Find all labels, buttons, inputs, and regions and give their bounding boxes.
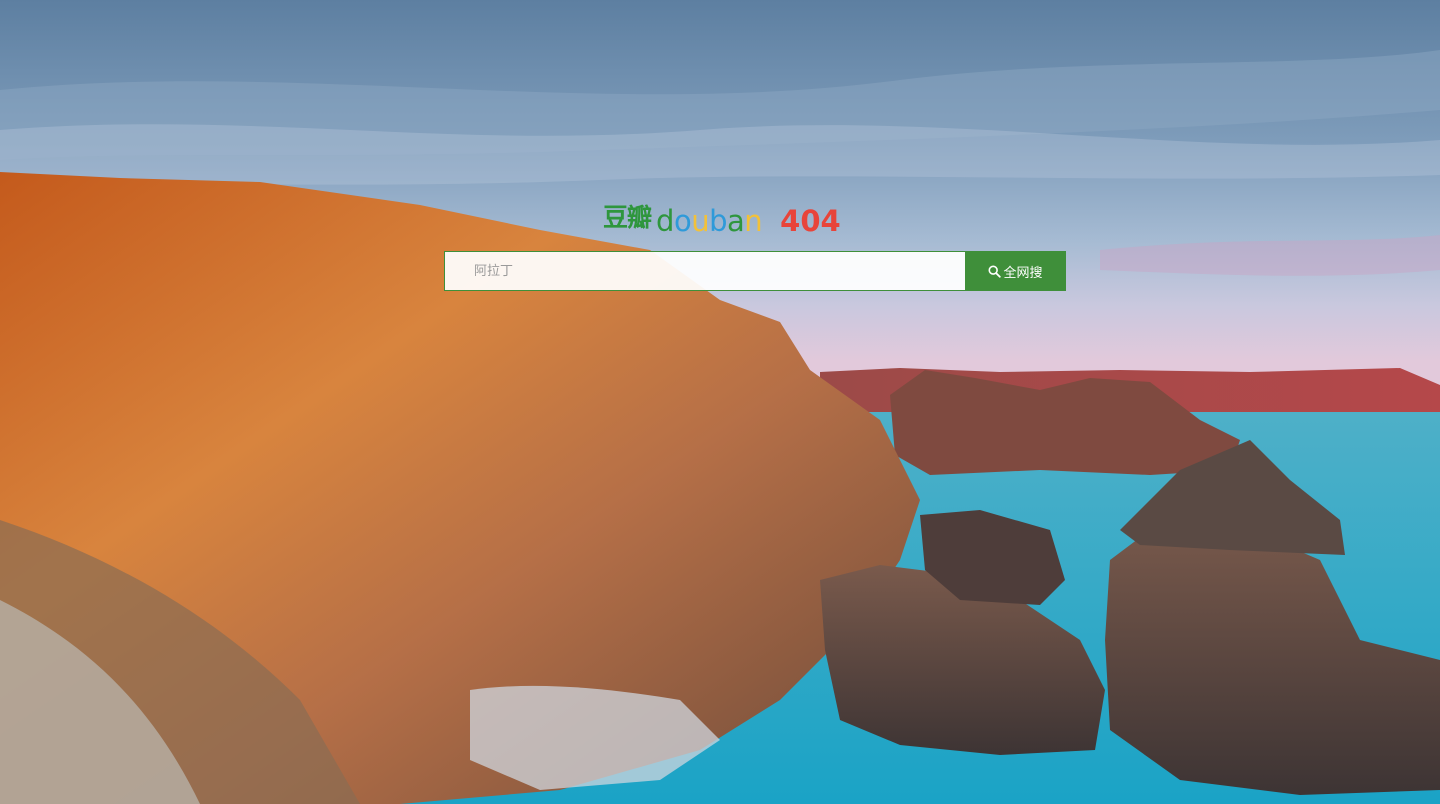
search-icon [988, 264, 1002, 278]
search-button-label: 全网搜 [1003, 265, 1043, 281]
brand-name-cn: 豆瓣 [603, 203, 652, 232]
search-form: 全网搜 [444, 251, 1066, 291]
page: 豆瓣 douban 404 全网搜 [0, 0, 1440, 804]
wordmark-letter: a [727, 204, 745, 238]
brand-wordmark: douban [656, 204, 763, 238]
douban-404-logo: 豆瓣 douban 404 [603, 198, 841, 238]
wordmark-letter: o [673, 204, 692, 238]
error-code: 404 [780, 204, 841, 238]
wordmark-letter: n [744, 204, 763, 238]
search-input[interactable] [444, 251, 965, 291]
wordmark-letter: b [709, 204, 727, 238]
search-all-button[interactable]: 全网搜 [965, 251, 1066, 291]
wordmark-letter: d [656, 204, 674, 238]
wordmark-letter: u [691, 204, 710, 238]
background-landscape-image [0, 0, 1440, 804]
